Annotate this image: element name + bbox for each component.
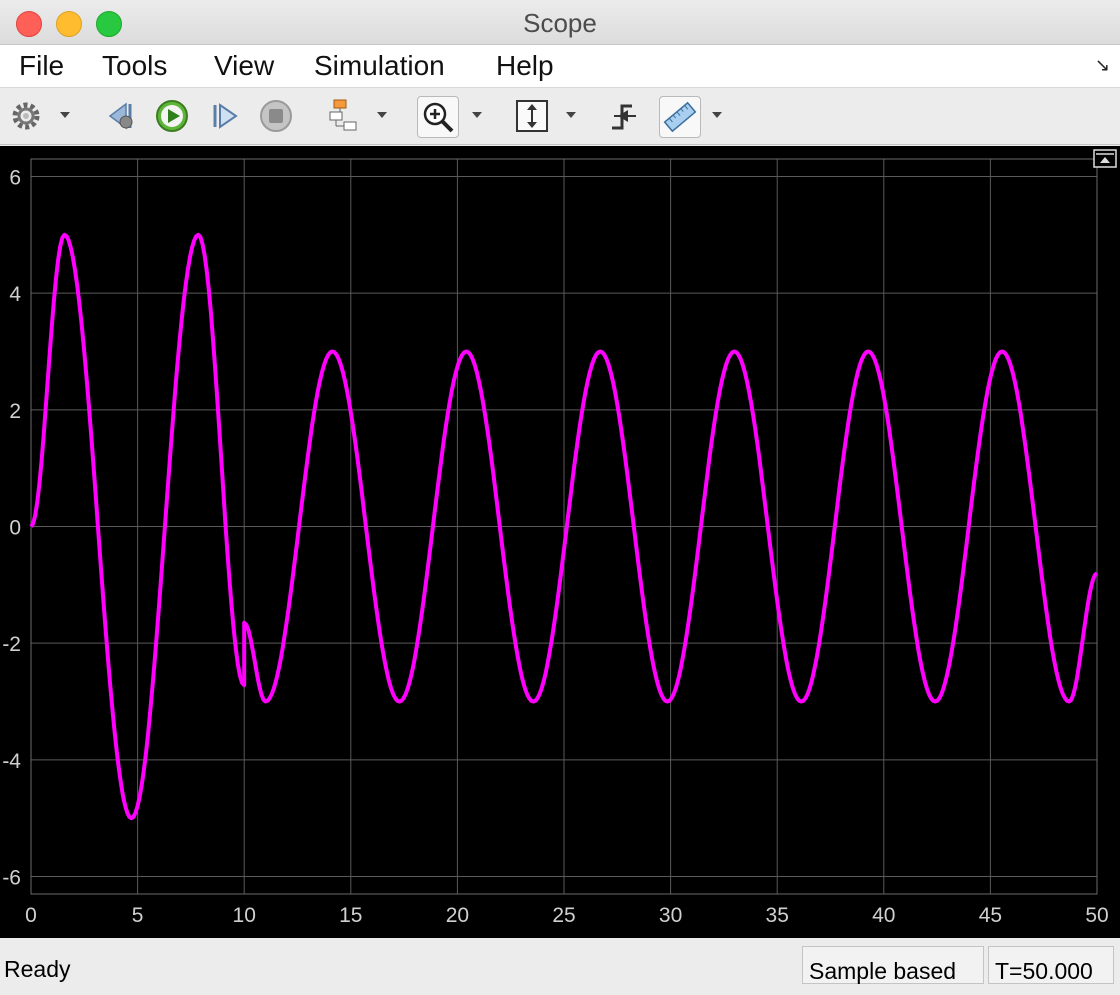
y-tick-label: -2 (2, 633, 21, 656)
undock-axes-icon (1093, 149, 1117, 168)
menu-view[interactable]: View (214, 50, 274, 82)
x-axis-ticks: 0 5 10 15 20 25 30 35 40 45 50 (25, 904, 1109, 927)
toolbar (0, 88, 1120, 145)
menu-bar: File Tools View Simulation Help ↘ (0, 45, 1120, 88)
undock-icon[interactable]: ↘ (1095, 55, 1110, 76)
status-time: T=50.000 (988, 946, 1114, 984)
x-tick-label: 20 (446, 904, 469, 927)
menu-simulation[interactable]: Simulation (314, 50, 445, 82)
x-tick-label: 5 (132, 904, 144, 927)
signal-selector-dropdown-icon[interactable] (377, 112, 387, 118)
menu-help[interactable]: Help (496, 50, 554, 82)
scope-display[interactable]: 6 4 2 0 -2 -4 -6 0 5 10 15 20 25 30 35 40 45 50 (0, 146, 1120, 938)
gear-icon[interactable] (8, 96, 44, 136)
settings-dropdown-icon[interactable] (60, 112, 70, 118)
y-tick-label: 2 (9, 400, 21, 423)
x-tick-label: 15 (339, 904, 362, 927)
zoom-in-icon[interactable] (417, 96, 459, 138)
x-tick-label: 30 (659, 904, 682, 927)
x-tick-label: 0 (25, 904, 37, 927)
x-tick-label: 50 (1085, 904, 1108, 927)
plot-grid (30, 159, 1098, 894)
y-tick-label: 4 (9, 283, 21, 306)
y-tick-label: 0 (9, 517, 21, 540)
x-tick-label: 35 (766, 904, 789, 927)
y-tick-label: -4 (2, 750, 21, 773)
stop-icon[interactable] (257, 96, 295, 136)
status-ready: Ready (4, 956, 71, 982)
step-back-icon[interactable] (104, 96, 140, 136)
step-forward-icon[interactable] (206, 96, 242, 136)
signal-selector-icon[interactable] (324, 96, 364, 136)
triggers-icon[interactable] (606, 96, 646, 136)
run-icon[interactable] (153, 96, 191, 136)
status-bar: Ready Sample based T=50.000 (0, 940, 1120, 986)
title-bar: Scope (0, 0, 1120, 45)
scale-dropdown-icon[interactable] (566, 112, 576, 118)
zoom-dropdown-icon[interactable] (472, 112, 482, 118)
menu-file[interactable]: File (19, 50, 64, 82)
y-tick-label: -6 (2, 867, 21, 890)
x-tick-label: 45 (979, 904, 1002, 927)
x-tick-label: 25 (552, 904, 575, 927)
status-mode: Sample based (802, 946, 984, 984)
y-tick-label: 6 (9, 167, 21, 190)
measurements-dropdown-icon[interactable] (712, 112, 722, 118)
x-tick-label: 40 (872, 904, 895, 927)
y-axis-ticks: 6 4 2 0 -2 -4 -6 (2, 167, 21, 890)
menu-tools[interactable]: Tools (102, 50, 167, 82)
window-title: Scope (523, 8, 597, 38)
scale-axes-icon[interactable] (512, 96, 552, 136)
x-tick-label: 10 (233, 904, 256, 927)
cursor-measurements-icon[interactable] (659, 96, 701, 138)
scope-plot: 6420-2-4-6 0 5 10 15 20 25 30 35 40 45 50 (2, 149, 1117, 927)
